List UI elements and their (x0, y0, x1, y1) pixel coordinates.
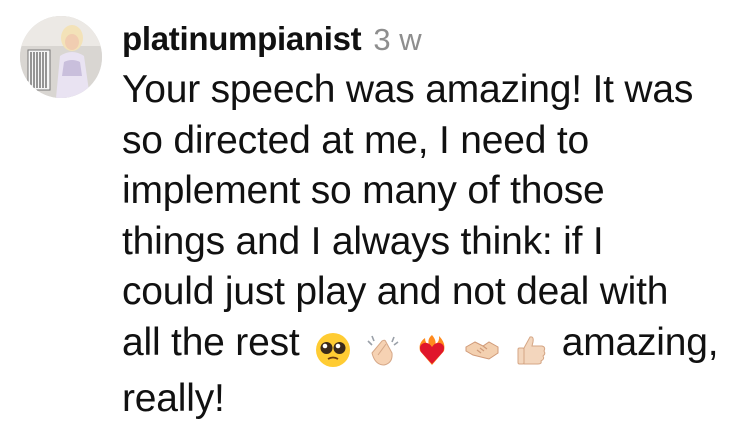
comment-line: really! (122, 377, 225, 420)
comment-line-with-emojis: all the rest amazing, (122, 318, 722, 375)
comment: platinumpianist 3 w Your speech was amaz… (0, 0, 730, 424)
handshake-emoji (463, 331, 501, 369)
heart-on-fire-emoji (413, 331, 451, 369)
comment-meta: platinumpianist 3 w (122, 20, 722, 64)
comment-line-text: all the rest (122, 320, 300, 364)
pleading-face-emoji (314, 331, 352, 369)
comment-line: Your speech was amazing! It was (122, 68, 694, 111)
clapping-hands-emoji (364, 331, 402, 369)
comment-line: things and I always think: if I (122, 219, 604, 263)
comment-line: so directed at me, I need to (122, 118, 590, 162)
thumbs-up-emoji (513, 331, 551, 369)
comment-line-text: amazing, (561, 320, 719, 364)
comment-line: implement so many of those (122, 169, 605, 212)
comment-line: could just play and not deal with (122, 270, 669, 313)
comment-text: Your speech was amazing! It was so direc… (122, 65, 722, 425)
avatar[interactable] (20, 16, 102, 98)
emoji-group (314, 324, 552, 375)
timestamp[interactable]: 3 w (373, 22, 421, 58)
comment-body: platinumpianist 3 w Your speech was amaz… (122, 20, 722, 425)
username[interactable]: platinumpianist (122, 20, 362, 58)
